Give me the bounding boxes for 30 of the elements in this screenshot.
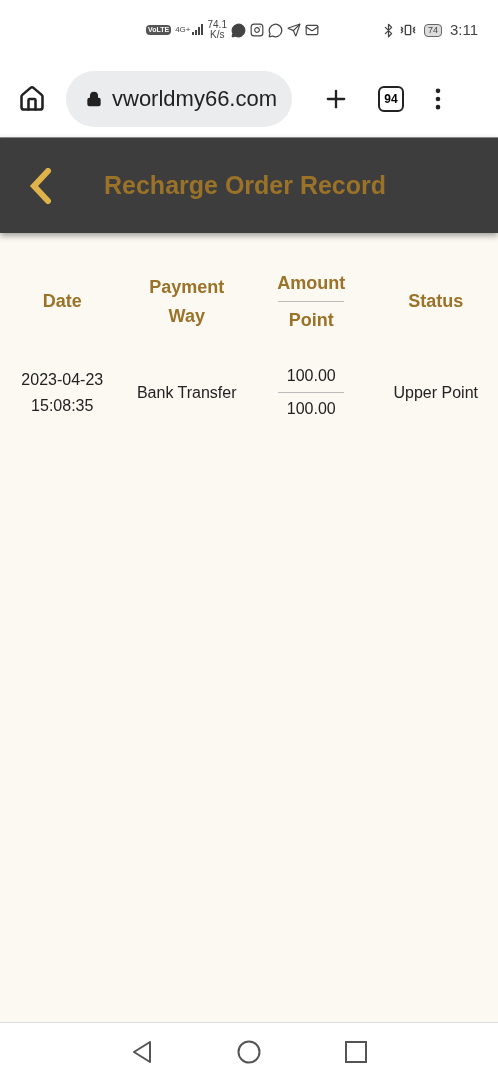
camera-icon (249, 23, 264, 37)
lock-icon (86, 90, 102, 107)
column-header: Payment Way (148, 275, 226, 328)
home-nav-icon[interactable] (237, 1039, 261, 1064)
speed-value: 74.1 (207, 20, 227, 30)
network-type: 4G+ (175, 24, 191, 36)
chat-icon (230, 22, 246, 38)
page-title: Recharge Order Record (104, 169, 387, 201)
table-cell-text: Upper Point (393, 382, 478, 403)
table-cell-text: 100.00 (286, 366, 336, 386)
home-icon[interactable] (18, 84, 46, 113)
table-cell-text: 2023-04-23 15:08:35 (20, 369, 105, 416)
back-icon[interactable] (28, 167, 52, 204)
battery-icon: 74 (423, 23, 442, 37)
paper-plane-icon (286, 23, 301, 37)
vibrate-icon (399, 22, 416, 38)
speed-unit: K/s (210, 30, 225, 40)
clock: 3:11 (449, 19, 478, 40)
tab-count-button[interactable]: 94 (378, 85, 404, 112)
column-header: Date (41, 290, 83, 313)
column-header: Status (407, 290, 465, 313)
column-header: Amount (277, 272, 346, 295)
table-cell-text: 100.00 (286, 399, 336, 419)
back-nav-icon[interactable] (131, 1039, 153, 1064)
signal-icon (191, 24, 204, 36)
table-cell-text: Bank Transfer (136, 382, 237, 403)
recents-nav-icon[interactable] (345, 1040, 367, 1063)
address-bar[interactable]: vworldmy66.com (66, 70, 292, 127)
mail-icon (304, 23, 319, 37)
column-header: Point (288, 309, 334, 332)
